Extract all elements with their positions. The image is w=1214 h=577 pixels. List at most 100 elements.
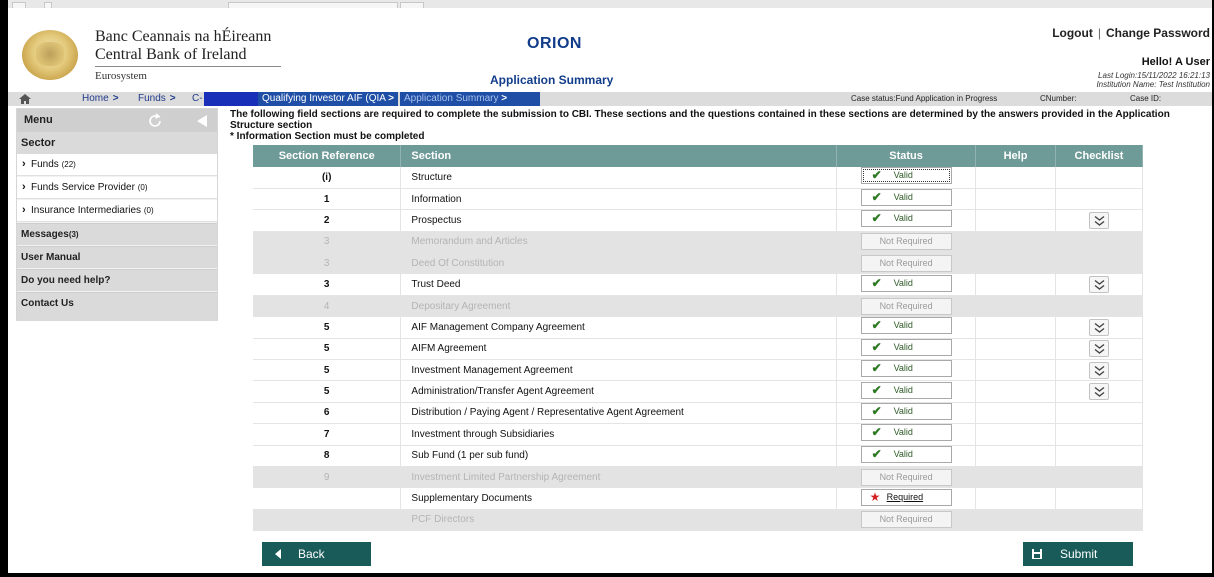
status-valid-button[interactable]: ✔ Valid — [860, 424, 952, 442]
status-valid-button[interactable]: ✔ Valid — [860, 338, 952, 356]
status-valid-button[interactable]: ✔ Valid — [860, 445, 952, 463]
breadcrumb-fund-type[interactable]: Qualifying Investor AIF (QIA > — [258, 92, 398, 106]
sidebar-item-insurance-intermediaries[interactable]: › Insurance Intermediaries (0) — [17, 200, 217, 222]
status-text: Valid — [893, 320, 913, 331]
checklist-icon[interactable] — [1089, 361, 1109, 379]
breadcrumb-funds[interactable]: Funds > — [138, 92, 176, 106]
link-separator: | — [1097, 26, 1101, 40]
status-text: Valid — [893, 448, 913, 459]
back-button-label: Back — [298, 547, 325, 561]
section-reference-cell: 2 — [253, 209, 402, 232]
checklist-cell — [1055, 295, 1143, 318]
breadcrumb-case[interactable]: C- — [192, 92, 203, 106]
table-row: 8 Sub Fund (1 per sub fund) ✔ Valid — [253, 445, 1143, 467]
sidebar-item-need-help[interactable]: Do you need help? — [17, 269, 217, 291]
help-cell — [975, 295, 1056, 318]
status-cell: ✔ Valid — [836, 273, 977, 296]
checklist-cell — [1055, 273, 1143, 296]
checklist-cell — [1055, 167, 1143, 189]
status-valid-button[interactable]: ✔ Valid — [860, 210, 952, 228]
sidebar-link-label: Contact Us — [21, 298, 74, 309]
bank-name-english: Central Bank of Ireland — [95, 46, 247, 63]
section-name-cell: Information — [400, 188, 838, 211]
change-password-link[interactable]: Change Password — [1106, 26, 1210, 40]
sidebar-item-user-manual[interactable]: User Manual — [17, 246, 217, 268]
sidebar-item-count: (0) — [137, 183, 148, 192]
page-title: Application Summary — [490, 73, 614, 87]
breadcrumb-arrow: > — [112, 93, 119, 104]
section-name-cell: Sub Fund (1 per sub fund) — [400, 445, 838, 467]
status-valid-button[interactable]: ✔ Valid — [860, 402, 952, 420]
sidebar-section-label: Sector — [21, 137, 56, 149]
home-icon[interactable] — [18, 93, 32, 105]
save-icon — [1032, 549, 1042, 559]
sidebar-item-messages[interactable]: Messages(3) — [17, 223, 217, 245]
chevron-right-icon: › — [22, 204, 26, 216]
status-valid-button[interactable]: ✔ Valid — [860, 189, 952, 207]
status-text: Valid — [893, 363, 913, 374]
section-name-cell: PCF Directors — [400, 509, 838, 532]
status-text: Valid — [893, 427, 913, 438]
checklist-cell — [1055, 466, 1143, 489]
status-valid-button[interactable]: ✔ Valid — [860, 167, 952, 185]
section-reference-cell: 5 — [253, 359, 402, 382]
section-reference-cell: 7 — [253, 423, 402, 446]
submit-button[interactable]: Submit — [1023, 542, 1133, 566]
status-valid-button[interactable]: ✔ Valid — [860, 317, 952, 335]
section-reference-cell: 9 — [253, 466, 402, 489]
status-text: Valid — [893, 213, 913, 224]
eurosystem-label: Eurosystem — [95, 70, 147, 82]
logout-link[interactable]: Logout — [1052, 26, 1093, 40]
user-links: Logout | Change Password — [1052, 26, 1210, 40]
sidebar-item-contact-us[interactable]: Contact Us — [17, 292, 217, 321]
status-text: Valid — [893, 384, 913, 395]
case-status: Case status:Fund Application in Progress — [851, 94, 998, 103]
checkmark-icon: ✔ — [871, 318, 882, 333]
collapse-menu-icon[interactable] — [194, 113, 210, 129]
breadcrumb-fund-type-label: Qualifying Investor AIF (QIA — [262, 93, 386, 104]
help-cell — [975, 188, 1056, 211]
sidebar-item-funds[interactable]: › Funds (22) — [17, 154, 217, 176]
sidebar-item-text: Funds — [31, 159, 59, 170]
status-required-button[interactable]: ★ Required — [860, 488, 952, 506]
section-name-cell: Investment Management Agreement — [400, 359, 838, 382]
table-row: 3 Deed Of Constitution Not Required — [253, 252, 1143, 275]
checklist-cell — [1055, 445, 1143, 467]
sidebar-item-funds-service-provider[interactable]: › Funds Service Provider (0) — [17, 177, 217, 199]
status-cell: ✔ Valid — [836, 338, 977, 361]
back-button[interactable]: Back — [262, 542, 371, 566]
arrow-left-icon — [275, 549, 281, 559]
section-reference-cell: (i) — [253, 167, 402, 189]
checkmark-icon: ✔ — [871, 168, 882, 183]
help-cell — [975, 423, 1056, 446]
status-valid-button[interactable]: ✔ Valid — [860, 360, 952, 378]
status-cell: ✔ Valid — [836, 167, 977, 189]
checklist-icon[interactable] — [1089, 340, 1109, 358]
star-icon: ★ — [869, 489, 881, 504]
header: Banc Ceannais na hÉireann Central Bank o… — [8, 22, 1212, 92]
status-cell: Not Required — [836, 466, 977, 489]
status-cell: Not Required — [836, 231, 977, 254]
status-valid-button[interactable]: ✔ Valid — [860, 274, 952, 292]
section-reference-cell: 3 — [253, 252, 402, 275]
help-cell — [975, 487, 1056, 510]
status-cell: ✔ Valid — [836, 188, 977, 211]
checklist-icon[interactable] — [1089, 276, 1109, 294]
checklist-cell — [1055, 359, 1143, 382]
intro-text: The following field sections are require… — [230, 109, 1170, 142]
refresh-icon[interactable] — [145, 111, 165, 131]
status-cell: ✔ Valid — [836, 402, 977, 425]
help-cell — [975, 359, 1056, 382]
breadcrumb-home[interactable]: Home > — [82, 92, 119, 106]
checklist-icon[interactable] — [1089, 383, 1109, 401]
logo-divider — [95, 66, 281, 67]
section-name-cell: Prospectus — [400, 209, 838, 232]
table-row: 7 Investment through Subsidiaries ✔ Valid — [253, 423, 1143, 446]
status-valid-button[interactable]: ✔ Valid — [860, 381, 952, 399]
checklist-icon[interactable] — [1089, 318, 1109, 336]
status-not-required: Not Required — [860, 254, 952, 272]
section-reference-cell: 8 — [253, 445, 402, 467]
checklist-icon[interactable] — [1089, 211, 1109, 229]
section-reference-cell: 3 — [253, 273, 402, 296]
status-cell: Not Required — [836, 295, 977, 318]
